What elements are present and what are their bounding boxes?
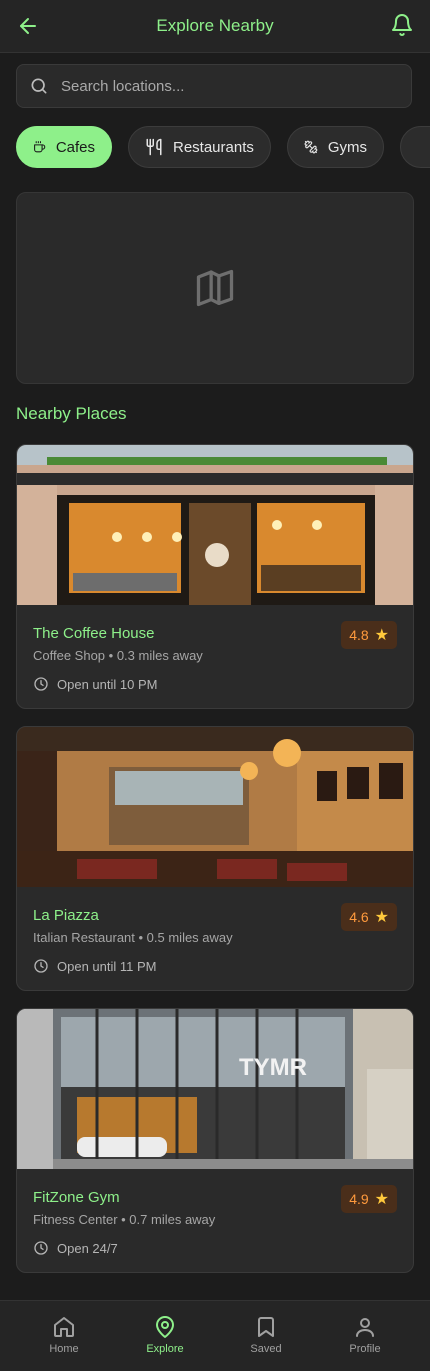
category-chips: Cafes Restaurants Gyms <box>16 126 430 168</box>
nav-label: Saved <box>250 1343 282 1355</box>
bottom-navigation: Home Explore Saved Profile <box>0 1300 430 1371</box>
place-hours: Open 24/7 <box>33 1240 118 1256</box>
search-bar[interactable] <box>16 64 412 108</box>
chip-label: Gyms <box>327 138 367 156</box>
bell-icon[interactable] <box>390 13 414 37</box>
map-pin-icon <box>156 1316 174 1338</box>
storefront-signage: TYMR <box>239 1054 307 1081</box>
hours-text: Open until 11 PM <box>57 958 157 974</box>
bookmark-icon <box>258 1317 274 1337</box>
rating-badge: 4.8 ★ <box>341 621 397 649</box>
star-icon: ★ <box>374 909 389 926</box>
top-app-bar: Explore Nearby <box>0 0 430 53</box>
hours-text: Open until 10 PM <box>57 676 158 692</box>
place-name: FitZone Gym <box>33 1189 120 1206</box>
clock-icon <box>34 677 48 691</box>
nav-profile[interactable]: Profile <box>325 1311 405 1365</box>
chip-label: Restaurants <box>173 138 254 156</box>
rating-value: 4.9 <box>349 1191 369 1207</box>
nav-label: Profile <box>349 1343 381 1355</box>
home-icon <box>54 1317 74 1337</box>
search-input[interactable] <box>59 76 393 96</box>
arrow-left-icon[interactable] <box>16 14 40 38</box>
chip-more[interactable] <box>400 126 430 168</box>
nav-saved[interactable]: Saved <box>226 1311 306 1365</box>
rating-value: 4.6 <box>349 909 369 925</box>
place-photo <box>17 445 413 605</box>
utensils-icon <box>146 138 162 156</box>
map-view[interactable] <box>16 192 414 384</box>
chip-restaurants[interactable]: Restaurants <box>128 126 271 168</box>
nav-label: Explore <box>146 1343 184 1355</box>
place-photo: TYMR <box>17 1009 413 1169</box>
nav-label: Home <box>49 1343 79 1355</box>
place-hours: Open until 10 PM <box>33 676 157 692</box>
star-icon: ★ <box>374 1191 389 1208</box>
rating-badge: 4.6 ★ <box>341 903 397 931</box>
place-meta: Fitness Center • 0.7 miles away <box>33 1212 216 1227</box>
place-photo <box>17 727 413 887</box>
clock-icon <box>34 959 48 973</box>
rating-value: 4.8 <box>349 627 369 643</box>
star-icon: ★ <box>374 627 389 644</box>
place-meta: Italian Restaurant • 0.5 miles away <box>33 930 233 945</box>
rating-badge: 4.9 ★ <box>341 1185 397 1213</box>
place-card-fitzone-gym[interactable]: TYMR FitZone Gym Fitness Center • 0.7 mi… <box>16 1008 414 1273</box>
dumbbell-icon <box>304 140 318 154</box>
nav-explore[interactable]: Explore <box>125 1311 205 1365</box>
search-icon <box>31 78 47 94</box>
clock-icon <box>34 1241 48 1255</box>
page-title: Explore Nearby <box>156 16 274 35</box>
chip-label: Cafes <box>55 138 95 156</box>
nav-home[interactable]: Home <box>24 1311 104 1365</box>
place-card-la-piazza[interactable]: La Piazza Italian Restaurant • 0.5 miles… <box>16 726 414 991</box>
place-meta: Coffee Shop • 0.3 miles away <box>33 648 203 663</box>
coffee-icon <box>34 141 46 153</box>
chip-gyms[interactable]: Gyms <box>287 126 384 168</box>
map-icon <box>196 269 234 307</box>
hours-text: Open 24/7 <box>57 1240 118 1256</box>
place-hours: Open until 11 PM <box>33 958 156 974</box>
user-icon <box>356 1318 374 1337</box>
section-title: Nearby Places <box>16 404 127 423</box>
chip-cafes[interactable]: Cafes <box>16 126 112 168</box>
place-name: The Coffee House <box>33 625 155 642</box>
place-card-coffee-house[interactable]: The Coffee House Coffee Shop • 0.3 miles… <box>16 444 414 709</box>
place-name: La Piazza <box>33 907 99 924</box>
